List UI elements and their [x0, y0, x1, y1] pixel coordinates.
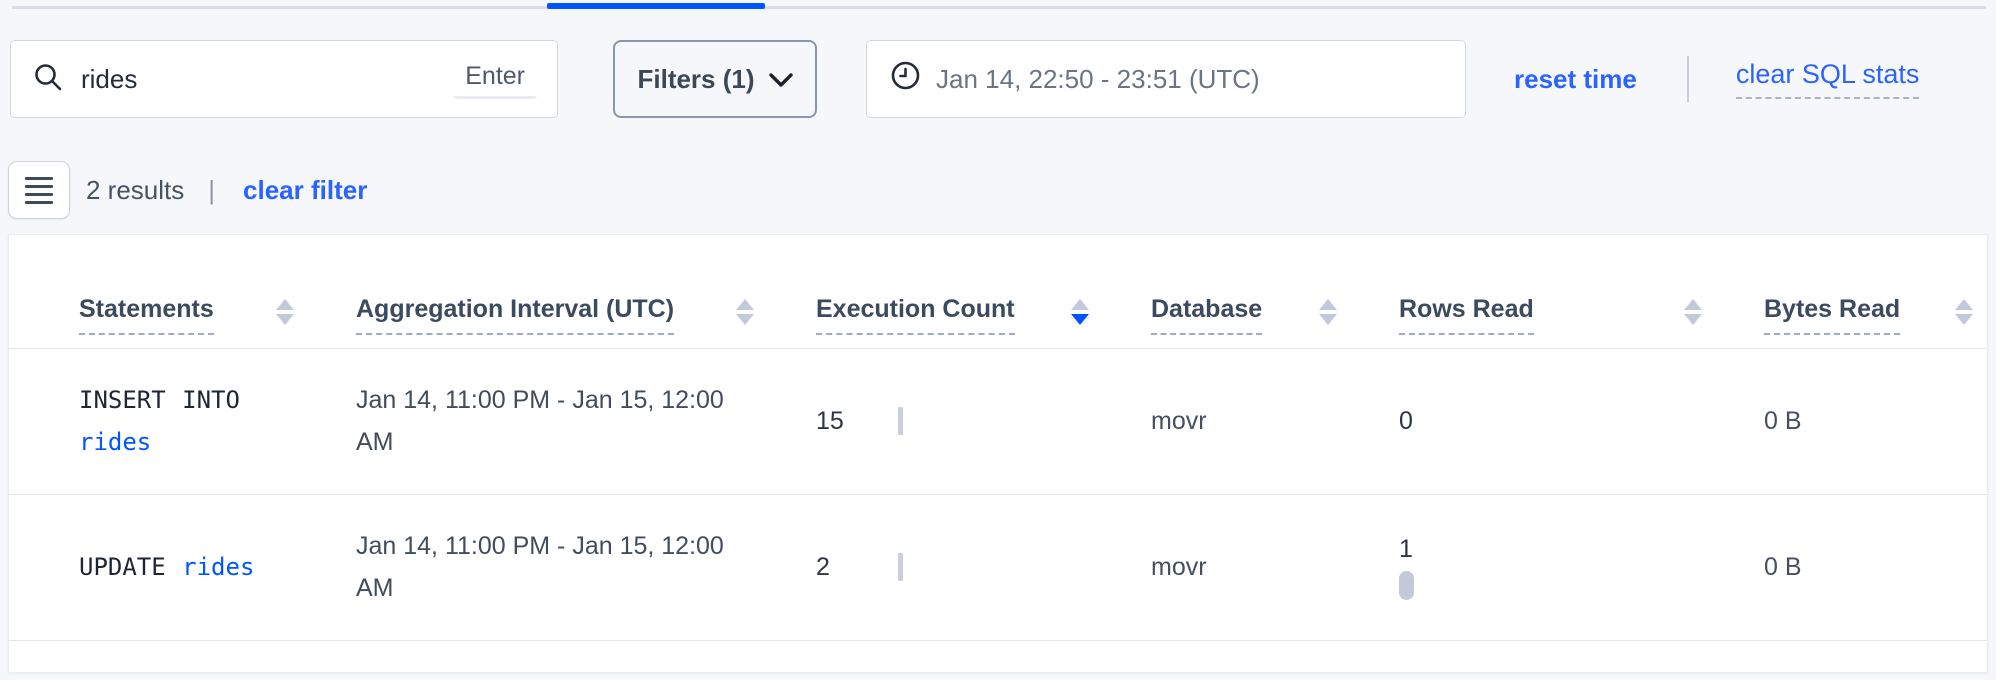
toolbar: Enter Filters (1) Jan 14, 22:50 - 23:51 … — [0, 40, 1996, 118]
database-value: movr — [1151, 553, 1207, 581]
clock-icon — [891, 61, 920, 97]
table-row: UPDATE rides Jan 14, 11:00 PM - Jan 15, … — [9, 494, 1988, 640]
clear-sql-stats-link[interactable]: clear SQL stats — [1736, 59, 1920, 99]
enter-key-hint: Enter — [453, 59, 537, 99]
column-selector-icon — [25, 177, 53, 204]
aggregation-interval-cell: Jan 14, 11:00 PM - Jan 15, 12:00 AM — [356, 348, 816, 494]
bytes-read-cell: 0 B — [1764, 348, 1988, 494]
clear-filter-link[interactable]: clear filter — [243, 175, 367, 206]
statement-link[interactable]: rides — [79, 428, 151, 456]
column-header-execution-count[interactable]: Execution Count — [816, 235, 1151, 348]
column-header-database[interactable]: Database — [1151, 235, 1399, 348]
tab-track — [12, 6, 1986, 9]
statement-cell: INSERT INTO rides — [9, 348, 356, 494]
filters-button-label: Filters (1) — [637, 64, 754, 95]
database-cell: movr — [1151, 348, 1399, 494]
column-selector-button[interactable] — [8, 161, 70, 219]
database-value: movr — [1151, 407, 1207, 435]
bytes-read-cell: 0 B — [1764, 494, 1988, 640]
sort-desc-icon[interactable] — [1071, 299, 1089, 335]
execution-count-cell: 15 — [816, 348, 1151, 494]
sql-keyword: UPDATE — [79, 553, 166, 581]
sort-icon[interactable] — [1955, 299, 1973, 335]
rows-read-value: 1 — [1399, 535, 1413, 564]
sort-icon[interactable] — [736, 299, 754, 335]
statements-table-card: Statements Aggregation Interval (UTC) Ex… — [8, 234, 1988, 673]
time-range-picker[interactable]: Jan 14, 22:50 - 23:51 (UTC) — [866, 40, 1466, 118]
rows-read-cell: 0 — [1399, 348, 1764, 494]
column-header-rows-read[interactable]: Rows Read — [1399, 235, 1764, 348]
results-separator: | — [208, 175, 215, 206]
database-cell: movr — [1151, 494, 1399, 640]
table-header-row: Statements Aggregation Interval (UTC) Ex… — [9, 235, 1988, 348]
results-bar: 2 results | clear filter — [0, 161, 1996, 219]
chevron-down-icon — [769, 64, 793, 95]
active-tab-indicator — [547, 3, 765, 9]
search-box[interactable]: Enter — [10, 40, 558, 118]
execution-count-value: 2 — [816, 553, 874, 582]
bytes-read-value: 0 B — [1764, 407, 1802, 435]
filters-button[interactable]: Filters (1) — [613, 40, 817, 118]
table-row: INSERT INTO rides Jan 14, 11:00 PM - Jan… — [9, 348, 1988, 494]
time-range-value: Jan 14, 22:50 - 23:51 (UTC) — [936, 64, 1260, 95]
bytes-read-value: 0 B — [1764, 553, 1802, 581]
column-header-bytes-read[interactable]: Bytes Read — [1764, 235, 1988, 348]
search-input[interactable] — [81, 64, 453, 95]
sort-icon[interactable] — [276, 299, 294, 335]
sort-icon[interactable] — [1319, 299, 1337, 335]
search-icon — [33, 62, 63, 97]
sort-icon[interactable] — [1684, 299, 1702, 335]
sql-keyword: INSERT INTO — [79, 386, 240, 414]
tab-bar — [0, 0, 1996, 10]
statements-table: Statements Aggregation Interval (UTC) Ex… — [9, 235, 1988, 641]
column-header-aggregation-interval[interactable]: Aggregation Interval (UTC) — [356, 235, 816, 348]
statement-link[interactable]: rides — [182, 553, 254, 581]
execution-count-cell: 2 — [816, 494, 1151, 640]
statement-cell: UPDATE rides — [9, 494, 356, 640]
rows-read-bar — [1399, 571, 1414, 600]
execution-count-bar — [898, 407, 903, 435]
column-header-statements[interactable]: Statements — [9, 235, 356, 348]
results-count: 2 results — [86, 175, 184, 206]
execution-count-value: 15 — [816, 407, 874, 436]
reset-time-link[interactable]: reset time — [1514, 64, 1637, 95]
aggregation-interval-cell: Jan 14, 11:00 PM - Jan 15, 12:00 AM — [356, 494, 816, 640]
rows-read-value: 0 — [1399, 407, 1413, 435]
toolbar-divider — [1687, 56, 1689, 102]
rows-read-cell: 1 — [1399, 494, 1764, 640]
execution-count-bar — [898, 553, 903, 581]
